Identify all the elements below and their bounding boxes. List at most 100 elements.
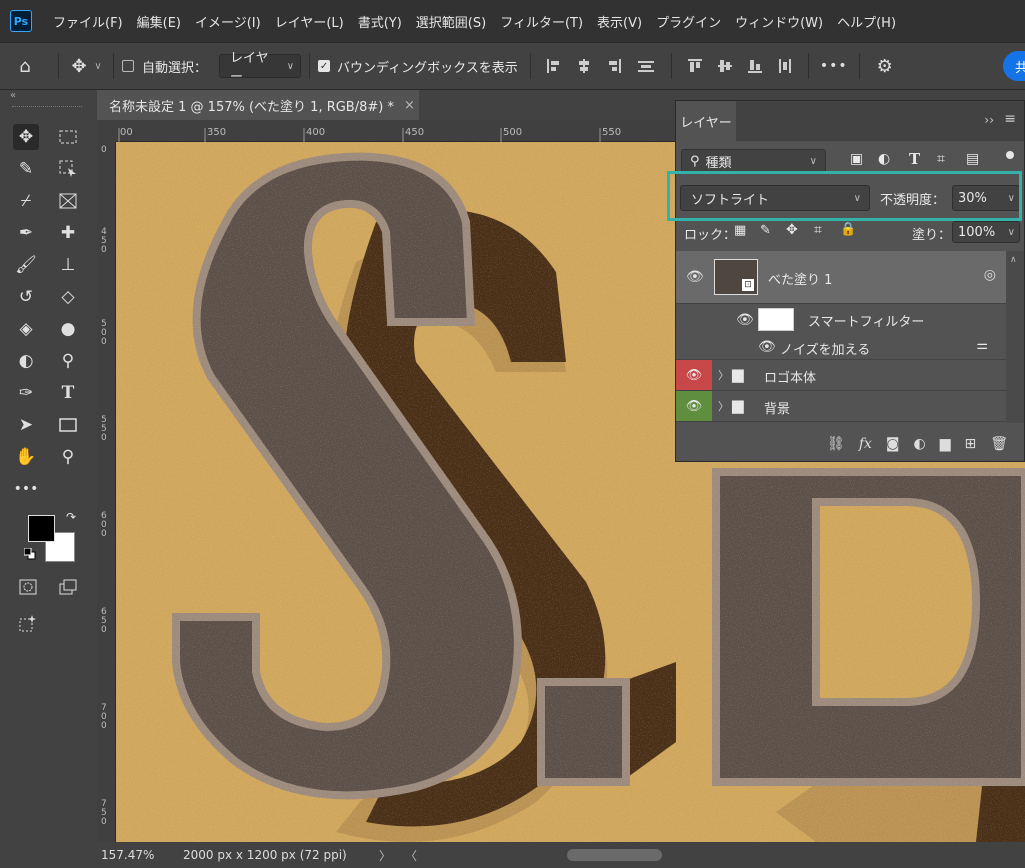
- hand-tool-icon[interactable]: ✋: [13, 444, 39, 470]
- lock-artboard-icon[interactable]: ⌗: [814, 222, 822, 238]
- filter-shape-icon[interactable]: ⌗: [937, 151, 945, 167]
- close-icon[interactable]: ×: [404, 98, 415, 113]
- rectangle-tool-icon[interactable]: [55, 412, 81, 438]
- layers-scrollbar[interactable]: ∧: [1006, 251, 1024, 423]
- default-colors-icon[interactable]: [23, 547, 36, 560]
- align-hcenter-icon[interactable]: [569, 58, 599, 74]
- menu-window[interactable]: ウィンドウ(W): [728, 12, 830, 31]
- chevron-down-icon[interactable]: ∨: [91, 61, 105, 72]
- fill-input[interactable]: 100% ∨: [952, 221, 1020, 243]
- history-brush-tool-icon[interactable]: ↺: [13, 284, 39, 310]
- new-group-icon[interactable]: ▆: [940, 436, 951, 452]
- align-left-icon[interactable]: [539, 58, 569, 74]
- object-select-tool-icon[interactable]: [55, 156, 81, 182]
- align-vcenter-icon[interactable]: [710, 58, 740, 74]
- adjustment-layer-icon[interactable]: ◐: [913, 436, 925, 452]
- stamp-tool-icon[interactable]: ⊥: [55, 252, 81, 278]
- layer-style-icon[interactable]: fx: [859, 436, 872, 452]
- smart-filter-toggle-icon[interactable]: ◎: [984, 267, 996, 283]
- path-select-tool-icon[interactable]: ➤: [13, 412, 39, 438]
- visibility-eye-icon[interactable]: 👁: [676, 360, 712, 390]
- menu-help[interactable]: ヘルプ(H): [830, 12, 903, 31]
- filter-name[interactable]: ノイズを加える: [780, 339, 870, 358]
- chevron-down-icon[interactable]: ∨: [1008, 227, 1015, 238]
- menu-edit[interactable]: 編集(E): [130, 12, 188, 31]
- trash-icon[interactable]: 🗑: [990, 436, 1008, 452]
- expand-group-icon[interactable]: 〉: [718, 398, 729, 414]
- brush-tool-icon[interactable]: 🖌: [13, 252, 39, 278]
- lock-transparency-icon[interactable]: ▦: [734, 223, 746, 238]
- layer-row-background-group[interactable]: 👁 〉 ▆ 背景: [676, 391, 1006, 422]
- quick-select-tool-icon[interactable]: ✎: [13, 156, 39, 182]
- smart-filter-mask-thumbnail[interactable]: [758, 308, 794, 331]
- menu-filter[interactable]: フィルター(T): [493, 12, 590, 31]
- foreground-color-swatch-front[interactable]: [28, 515, 55, 542]
- visibility-eye-icon[interactable]: 👁: [686, 269, 704, 285]
- layer-row-logo-group[interactable]: 👁 〉 ▆ ロゴ本体: [676, 360, 1006, 391]
- layer-name[interactable]: 背景: [764, 398, 790, 417]
- expand-group-icon[interactable]: 〉: [718, 367, 729, 383]
- share-button[interactable]: 共: [1003, 51, 1025, 81]
- lock-position-icon[interactable]: ✥: [786, 222, 798, 238]
- eyedropper-tool-icon[interactable]: ✒: [13, 220, 39, 246]
- horizontal-scrollbar-thumb[interactable]: [567, 849, 663, 861]
- frame-tool-icon[interactable]: [55, 188, 81, 214]
- add-mask-icon[interactable]: ◙: [886, 436, 900, 452]
- document-tab[interactable]: 名称未設定 1 @ 157% (べた塗り 1, RGB/8#) * ×: [97, 90, 419, 120]
- eraser-tool-icon[interactable]: ◇: [55, 284, 81, 310]
- menu-file[interactable]: ファイル(F): [46, 12, 130, 31]
- layer-filter-dropdown[interactable]: ⚲ 種類 ∨: [681, 149, 826, 173]
- panel-menu-icon[interactable]: ≡: [1004, 111, 1016, 127]
- smudge-tool-icon[interactable]: ⚲: [55, 348, 81, 374]
- collapse-panel-icon[interactable]: ››: [984, 113, 994, 127]
- dodge-tool-icon[interactable]: ◐: [13, 348, 39, 374]
- layer-row-smart-filter[interactable]: 👁 スマートフィルター: [676, 304, 1006, 336]
- pen-tool-icon[interactable]: ✑: [13, 380, 39, 406]
- gear-icon[interactable]: ⚙: [868, 56, 902, 77]
- distribute-vertical-icon[interactable]: [770, 58, 800, 74]
- visibility-eye-icon[interactable]: 👁: [736, 312, 754, 328]
- lock-pixels-icon[interactable]: ✎: [760, 223, 771, 238]
- auto-select-checkbox[interactable]: [122, 60, 134, 72]
- type-tool-icon[interactable]: T: [55, 380, 81, 406]
- marquee-tool-icon[interactable]: [55, 124, 81, 150]
- move-tool-icon[interactable]: ✥: [67, 56, 91, 77]
- new-layer-icon[interactable]: ⊞: [964, 436, 976, 452]
- align-bottom-icon[interactable]: [740, 58, 770, 74]
- distribute-icon[interactable]: [629, 58, 663, 74]
- paint-bucket-tool-icon[interactable]: ◈: [13, 316, 39, 342]
- menu-image[interactable]: イメージ(I): [188, 12, 268, 31]
- visibility-eye-icon[interactable]: 👁: [676, 391, 712, 421]
- zoom-tool-icon[interactable]: ⚲: [55, 444, 81, 470]
- menu-view[interactable]: 表示(V): [590, 12, 649, 31]
- layer-row-noise-filter[interactable]: 👁 ノイズを加える ⚌: [676, 336, 1006, 360]
- visibility-eye-icon[interactable]: 👁: [758, 339, 776, 355]
- scroll-up-icon[interactable]: ∧: [1010, 255, 1017, 265]
- healing-brush-tool-icon[interactable]: ✚: [55, 220, 81, 246]
- menu-type[interactable]: 書式(Y): [351, 12, 409, 31]
- move-tool-icon[interactable]: ✥: [13, 124, 39, 150]
- filter-blending-options-icon[interactable]: ⚌: [976, 338, 988, 353]
- filter-type-icon[interactable]: T: [909, 150, 920, 168]
- menu-layer[interactable]: レイヤー(L): [268, 12, 351, 31]
- scroll-left-icon[interactable]: 〈: [405, 847, 417, 864]
- bbox-checkbox[interactable]: ✓: [318, 60, 331, 72]
- screen-mode-icon[interactable]: [55, 574, 81, 600]
- menu-plugins[interactable]: プラグイン: [649, 12, 728, 31]
- crop-tool-icon[interactable]: ⌿: [13, 188, 39, 214]
- zoom-level[interactable]: 157.47%: [101, 848, 171, 862]
- swap-colors-icon[interactable]: ↷: [66, 510, 76, 524]
- layer-name[interactable]: べた塗り 1: [768, 269, 832, 288]
- home-icon[interactable]: ⌂: [0, 56, 50, 77]
- filter-adjustment-icon[interactable]: ◐: [878, 151, 890, 167]
- filter-smart-object-icon[interactable]: ▤: [966, 151, 979, 167]
- layer-name[interactable]: ロゴ本体: [764, 367, 816, 386]
- lock-all-icon[interactable]: 🔒: [840, 222, 856, 237]
- align-top-icon[interactable]: [680, 58, 710, 74]
- more-tools-icon[interactable]: •••: [13, 476, 39, 502]
- menu-select[interactable]: 選択範囲(S): [409, 12, 493, 31]
- more-options-icon[interactable]: •••: [817, 58, 851, 74]
- layers-tab[interactable]: レイヤー: [676, 101, 736, 141]
- collapse-icon[interactable]: «: [10, 90, 16, 101]
- ruler-vertical[interactable]: 0 4 5 0 5 0 0 5 5 0 6 0 0 6 5 0 7 0 0 7 …: [97, 142, 116, 842]
